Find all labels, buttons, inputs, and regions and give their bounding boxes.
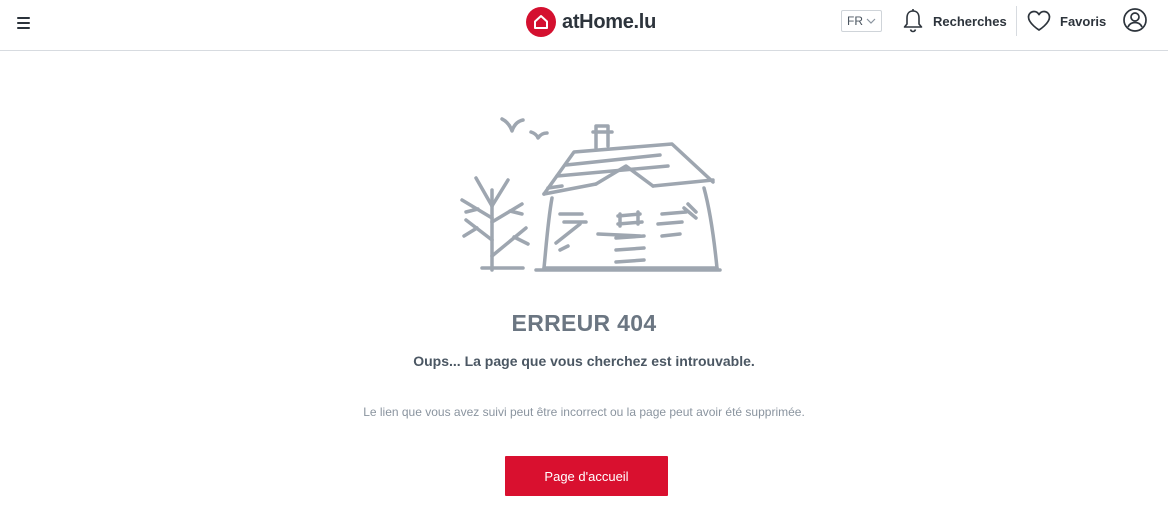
athome-logo[interactable]: atHome.lu <box>526 6 656 38</box>
bell-icon <box>903 9 923 33</box>
user-circle-icon[interactable] <box>1122 7 1148 33</box>
hamburger-menu-icon[interactable] <box>14 13 34 33</box>
error-description: Le lien que vous avez suivi peut être in… <box>363 405 805 419</box>
heart-icon <box>1027 10 1051 31</box>
homepage-button[interactable]: Page d'accueil <box>505 456 668 496</box>
favorites-label: Favoris <box>1060 13 1107 29</box>
searches-label: Recherches <box>933 13 1007 29</box>
logo-text: atHome.lu <box>562 10 656 33</box>
header-divider <box>1016 6 1017 36</box>
language-value: FR <box>847 14 863 28</box>
chevron-down-icon <box>866 18 876 24</box>
searches-link[interactable]: Recherches <box>901 8 1007 34</box>
error-title: ERREUR 404 <box>511 310 657 336</box>
house-logo-icon <box>526 7 556 37</box>
broken-house-illustration <box>460 117 722 272</box>
top-header: atHome.lu FR Recherches Favoris <box>0 0 1168 51</box>
language-selector[interactable]: FR <box>841 10 882 32</box>
error-subtitle: Oups... La page que vous cherchez est in… <box>413 353 755 369</box>
favorites-link[interactable]: Favoris <box>1026 8 1106 34</box>
